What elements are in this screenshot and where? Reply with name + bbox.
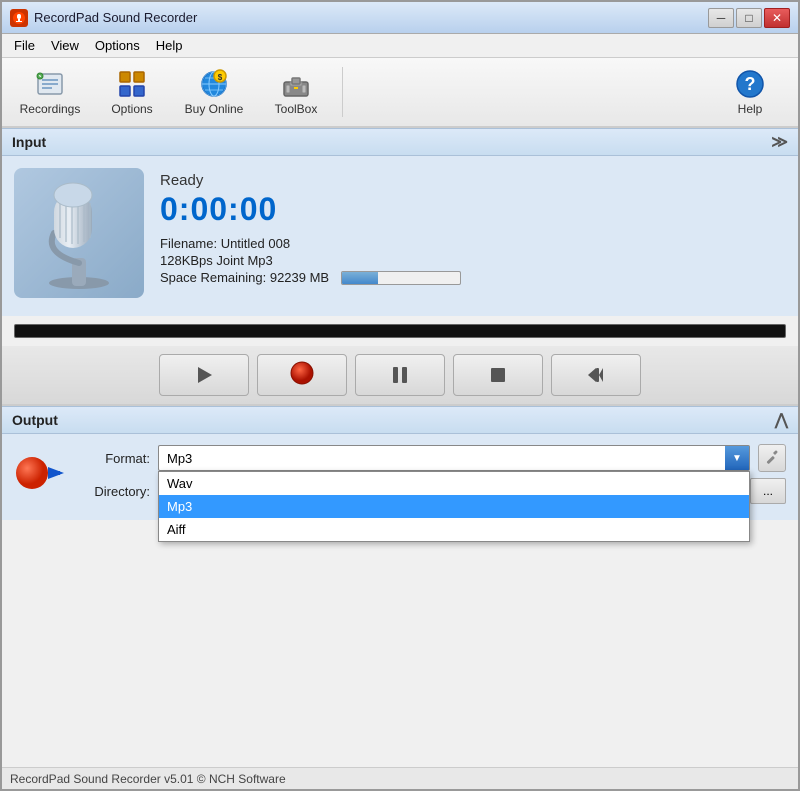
mic-image xyxy=(14,168,144,298)
title-bar: RecordPad Sound Recorder ─ □ ✕ xyxy=(2,2,798,34)
toolbar-toolbox[interactable]: ToolBox xyxy=(256,62,336,122)
help-label: Help xyxy=(738,102,763,116)
toolbar: Recordings Options xyxy=(2,58,798,128)
input-header-label: Input xyxy=(12,134,46,150)
buy-online-icon: $ xyxy=(198,68,230,100)
time-display: 0:00:00 xyxy=(160,191,786,228)
toolbar-options[interactable]: Options xyxy=(92,62,172,122)
status-text: RecordPad Sound Recorder v5.01 © NCH Sof… xyxy=(10,772,286,786)
format-line: 128KBps Joint Mp3 xyxy=(160,253,786,268)
info-panel: Ready 0:00:00 Filename: Untitled 008 128… xyxy=(160,168,786,287)
select-arrow-icon[interactable]: ▼ xyxy=(725,446,749,470)
help-icon: ? xyxy=(734,68,766,100)
input-section-header[interactable]: Input ≫ xyxy=(2,128,798,156)
input-collapse-icon[interactable]: ≫ xyxy=(771,132,788,152)
filename-line: Filename: Untitled 008 xyxy=(160,236,786,251)
maximize-button[interactable]: □ xyxy=(736,8,762,28)
menu-bar: File View Options Help xyxy=(2,34,798,58)
output-header-label: Output xyxy=(12,412,58,428)
options-label: Options xyxy=(111,102,152,116)
status-text: Ready xyxy=(160,172,786,189)
format-text: 128KBps Joint Mp3 xyxy=(160,253,273,268)
minimize-button[interactable]: ─ xyxy=(708,8,734,28)
level-meter xyxy=(14,324,786,338)
main-window: RecordPad Sound Recorder ─ □ ✕ File View… xyxy=(0,0,800,791)
format-option-aiff[interactable]: Aiff xyxy=(159,518,749,541)
window-controls: ─ □ ✕ xyxy=(708,8,790,28)
play-button[interactable] xyxy=(159,354,249,396)
svg-text:?: ? xyxy=(745,74,756,94)
output-icon-area xyxy=(14,446,68,500)
menu-options[interactable]: Options xyxy=(87,36,148,55)
app-icon xyxy=(10,9,28,27)
pause-button[interactable] xyxy=(355,354,445,396)
record-button[interactable] xyxy=(257,354,347,396)
transport-bar xyxy=(2,346,798,406)
format-option-wav[interactable]: Wav xyxy=(159,472,749,495)
output-collapse-icon[interactable]: ⋀ xyxy=(775,410,788,430)
recordings-icon xyxy=(34,68,66,100)
format-value: Mp3 xyxy=(167,451,192,466)
toolbar-separator xyxy=(342,67,343,117)
status-bar: RecordPad Sound Recorder v5.01 © NCH Sof… xyxy=(2,767,798,789)
toolbar-recordings[interactable]: Recordings xyxy=(10,62,90,122)
output-content: Format: Mp3 ▼ Wav Mp3 Aiff xyxy=(14,444,786,510)
format-label: Format: xyxy=(80,451,150,466)
menu-file[interactable]: File xyxy=(6,36,43,55)
directory-label: Directory: xyxy=(80,484,150,499)
close-button[interactable]: ✕ xyxy=(764,8,790,28)
wrench-button[interactable] xyxy=(758,444,786,472)
toolbox-icon xyxy=(280,68,312,100)
format-select-container: Mp3 ▼ Wav Mp3 Aiff xyxy=(158,445,750,471)
space-bar-fill xyxy=(342,272,377,284)
menu-help[interactable]: Help xyxy=(148,36,191,55)
content-area: Ready 0:00:00 Filename: Untitled 008 128… xyxy=(2,156,798,316)
output-section-header[interactable]: Output ⋀ xyxy=(2,406,798,434)
format-dir-group: Format: Mp3 ▼ Wav Mp3 Aiff xyxy=(80,444,786,510)
filename-text: Filename: Untitled 008 xyxy=(160,236,290,251)
format-select[interactable]: Mp3 ▼ xyxy=(158,445,750,471)
space-line: Space Remaining: 92239 MB xyxy=(160,270,786,285)
toolbar-buy-online[interactable]: $ Buy Online xyxy=(174,62,254,122)
format-row: Format: Mp3 ▼ Wav Mp3 Aiff xyxy=(80,444,786,472)
svg-text:$: $ xyxy=(218,73,223,82)
stop-button[interactable] xyxy=(453,354,543,396)
space-bar xyxy=(341,271,461,285)
output-body: Format: Mp3 ▼ Wav Mp3 Aiff xyxy=(2,434,798,520)
browse-button[interactable]: ... xyxy=(750,478,786,504)
toolbar-help[interactable]: ? Help xyxy=(710,62,790,122)
rewind-button[interactable] xyxy=(551,354,641,396)
toolbox-label: ToolBox xyxy=(275,102,318,116)
space-text: Space Remaining: 92239 MB xyxy=(160,270,329,285)
format-option-mp3[interactable]: Mp3 xyxy=(159,495,749,518)
space-bar-container xyxy=(341,271,461,285)
window-title: RecordPad Sound Recorder xyxy=(34,10,708,25)
options-icon xyxy=(116,68,148,100)
buy-online-label: Buy Online xyxy=(185,102,244,116)
recordings-label: Recordings xyxy=(20,102,81,116)
menu-view[interactable]: View xyxy=(43,36,87,55)
format-dropdown: Wav Mp3 Aiff xyxy=(158,471,750,542)
